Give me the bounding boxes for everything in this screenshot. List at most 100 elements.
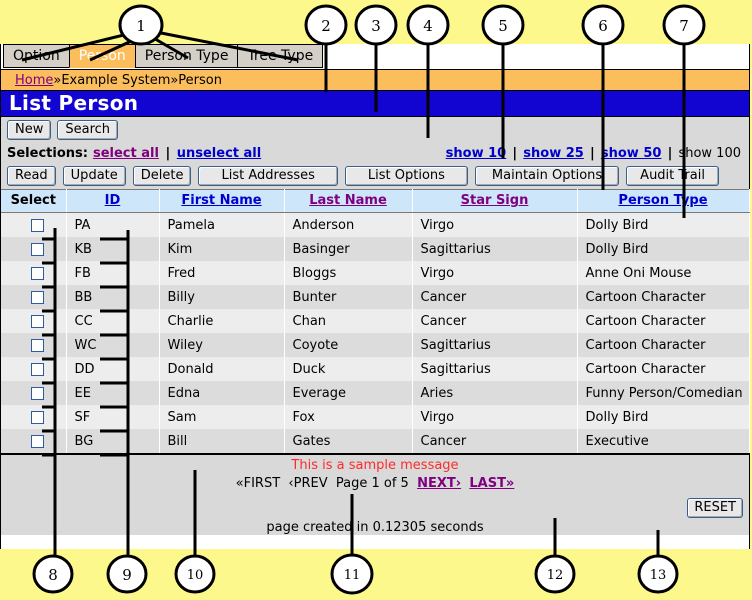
table-footer: This is a sample message «FIRST ‹PREV Pa… [1,453,749,535]
pager-last-link[interactable]: LAST» [469,476,514,491]
column-header-select: Select [1,189,67,213]
row-cell-first-name: Edna [159,381,285,405]
row-select-cell[interactable] [1,429,67,453]
row-cell-last-name: Duck [284,357,413,381]
row-cell-person-type: Executive [577,429,750,453]
table-row[interactable]: BB Billy Bunter Cancer Cartoon Character [1,285,750,309]
tab-person-type[interactable]: Person Type [134,44,239,68]
row-select-cell[interactable] [1,381,67,405]
row-cell-person-type: Cartoon Character [577,309,750,333]
row-cell-star-sign: Cancer [412,285,578,309]
row-checkbox[interactable] [30,386,44,400]
row-cell-first-name: Charlie [159,309,285,333]
row-select-cell[interactable] [1,309,67,333]
column-header-first-name[interactable]: First Name [159,189,285,213]
column-header-id[interactable]: ID [66,189,160,213]
table-row[interactable]: PA Pamela Anderson Virgo Dolly Bird [1,212,750,237]
table-row[interactable]: WC Wiley Coyote Sagittarius Cartoon Characte… [1,333,750,357]
row-select-cell[interactable] [1,261,67,285]
row-checkbox[interactable] [30,266,44,280]
maintain-options-button[interactable]: Maintain Options [474,166,620,186]
row-checkbox[interactable] [30,338,44,352]
row-cell-last-name: Everage [284,381,413,405]
callout-1-label: 1 [136,17,146,35]
row-select-cell[interactable] [1,212,67,237]
row-checkbox[interactable] [30,434,44,448]
row-checkbox[interactable] [30,290,44,304]
table-row[interactable]: CC Charlie Chan Cancer Cartoon Character [1,309,750,333]
audit-trail-button[interactable]: Audit Trail [626,166,719,186]
row-cell-person-type: Dolly Bird [577,212,750,237]
select-all-link[interactable]: select all [93,146,159,161]
callout-13-label: 13 [650,568,667,583]
row-checkbox[interactable] [30,242,44,256]
new-button[interactable]: New [7,119,52,140]
tab-tree-type[interactable]: Tree Type [237,44,324,68]
page-timing-text: page created in 0.12305 seconds [266,520,484,535]
column-header-star-sign[interactable]: Star Sign [412,189,578,213]
table-row[interactable]: FB Fred Bloggs Virgo Anne Oni Mouse [1,261,750,285]
table-row[interactable]: EE Edna Everage Aries Funny Person/Comedian [1,381,750,405]
table-row[interactable]: DD Donald Duck Sagittarius Cartoon Character [1,357,750,381]
show-separator-3: | [667,145,673,161]
table-row[interactable]: BG Bill Gates Cancer Executive [1,429,750,453]
row-select-cell[interactable] [1,405,67,429]
sort-star-sign-link[interactable]: Star Sign [461,193,529,208]
column-header-last-name[interactable]: Last Name [284,189,413,213]
reset-button[interactable]: RESET [687,498,743,518]
person-table: Select ID First Name Last Name Star Sign… [1,189,750,453]
unselect-all-link[interactable]: unselect all [177,146,261,161]
row-cell-star-sign: Virgo [412,212,578,237]
show-25-link[interactable]: show 25 [523,146,584,161]
action-toolbar: Read Update Delete List Addresses List O… [1,164,749,189]
row-select-cell[interactable] [1,333,67,357]
row-select-cell[interactable] [1,357,67,381]
pager-next-link[interactable]: NEXT› [417,476,461,491]
pager-prev: ‹PREV [288,476,328,491]
tab-option[interactable]: Option [3,44,70,68]
callout-8-label: 8 [48,566,58,584]
callout-7-label: 7 [679,17,689,35]
sort-person-type-link[interactable]: Person Type [618,193,707,208]
row-cell-id: FB [66,261,160,285]
row-checkbox[interactable] [30,410,44,424]
row-select-cell[interactable] [1,285,67,309]
read-button[interactable]: Read [7,166,56,186]
row-cell-last-name: Bloggs [284,261,413,285]
row-checkbox[interactable] [30,362,44,376]
row-cell-id: CC [66,309,160,333]
delete-button[interactable]: Delete [132,166,192,186]
row-cell-star-sign: Sagittarius [412,333,578,357]
show-10-link[interactable]: show 10 [446,146,507,161]
callout-10-label: 10 [187,568,204,583]
list-options-button[interactable]: List Options [344,166,468,186]
reset-row: RESET [1,496,749,520]
row-cell-last-name: Gates [284,429,413,453]
row-cell-last-name: Bunter [284,285,413,309]
row-checkbox[interactable] [30,218,44,232]
row-cell-id: PA [66,212,160,237]
sort-first-name-link[interactable]: First Name [181,193,261,208]
sort-id-link[interactable]: ID [105,193,121,208]
breadcrumb-trail: »Example System»Person [53,73,222,88]
list-addresses-button[interactable]: List Addresses [198,166,338,186]
annotated-screenshot: Option Person Person Type Tree Type Home… [0,0,752,600]
application-window: Option Person Person Type Tree Type Home… [0,44,750,549]
table-row[interactable]: KB Kim Basinger Sagittarius Dolly Bird [1,237,750,261]
tab-person[interactable]: Person [68,44,136,68]
table-header-row: Select ID First Name Last Name Star Sign… [1,189,750,213]
show-50-link[interactable]: show 50 [601,146,662,161]
row-cell-id: BG [66,429,160,453]
column-header-person-type[interactable]: Person Type [577,189,750,213]
breadcrumb: Home»Example System»Person [1,69,749,90]
sort-last-name-link[interactable]: Last Name [309,193,387,208]
row-select-cell[interactable] [1,237,67,261]
row-checkbox[interactable] [30,314,44,328]
search-button[interactable]: Search [57,119,119,140]
table-row[interactable]: SF Sam Fox Virgo Dolly Bird [1,405,750,429]
callout-9-label: 9 [122,566,132,584]
callout-5-label: 5 [498,17,508,35]
breadcrumb-home-link[interactable]: Home [15,73,53,88]
update-button[interactable]: Update [62,166,126,186]
callout-6-label: 6 [598,17,608,35]
